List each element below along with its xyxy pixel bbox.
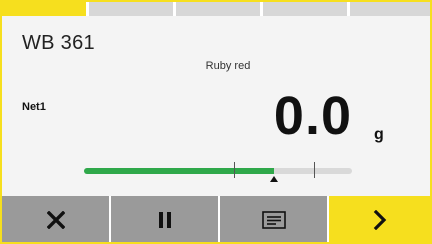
pause-button[interactable] [111,196,218,242]
chevron-right-icon [373,210,386,230]
tab-5[interactable] [350,2,430,16]
tab-3[interactable] [176,2,260,16]
weight-unit: g [374,126,384,143]
upper-tolerance-mark [314,162,316,178]
tab-strip [2,2,430,16]
button-bar [2,196,430,242]
bargraph-fill [84,168,275,174]
product-name: Ruby red [205,60,251,72]
cancel-button[interactable] [2,196,109,242]
product-code: WB 361 [22,32,95,54]
target-marker-icon [270,176,279,182]
tab-2[interactable] [89,2,173,16]
weight-value: 0.0 [273,86,352,146]
weighing-screen: WB 361 Ruby red Net1 0.0 g [0,0,432,244]
next-button[interactable] [329,196,430,242]
info-card-icon [261,211,286,229]
tab-4[interactable] [263,2,347,16]
info-button[interactable] [220,196,327,242]
pause-icon [158,212,171,228]
lower-tolerance-mark [234,162,236,178]
tab-1[interactable] [2,2,86,16]
weighing-bargraph [84,162,352,182]
net-label: Net1 [22,101,46,113]
close-icon [46,211,65,229]
